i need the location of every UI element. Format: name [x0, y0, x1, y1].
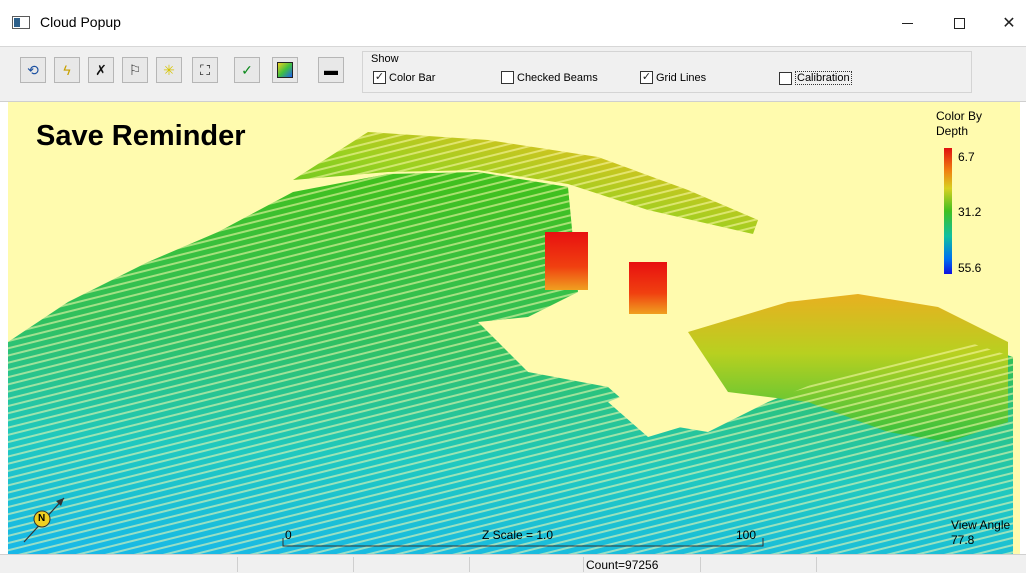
shallow-object-2: [629, 262, 667, 314]
shallow-object-1: [545, 232, 588, 290]
view-angle-value: 77.8: [951, 533, 975, 547]
close-icon: ✕: [1002, 15, 1016, 32]
checkbox-label: Calibration: [795, 71, 852, 85]
save-reminder-label: Save Reminder: [36, 120, 246, 152]
color-bar: [944, 148, 952, 274]
status-divider: [700, 557, 701, 572]
sparkle-icon: ✳: [163, 61, 175, 78]
status-divider: [816, 557, 817, 572]
show-group-label: Show: [371, 53, 399, 65]
color-gradient-icon: [277, 62, 293, 78]
checkmark-icon: ✓: [374, 71, 385, 83]
status-divider: [353, 557, 354, 572]
z-scale-label: Z Scale = 1.0: [482, 528, 554, 542]
lightning-button[interactable]: ϟ: [54, 57, 80, 83]
checked-beams-checkbox[interactable]: Checked Beams: [501, 71, 598, 84]
undo-view-icon: ⟲: [27, 61, 39, 78]
status-divider: [237, 557, 238, 572]
flag-button[interactable]: ⚐: [122, 57, 148, 83]
minimize-icon: [901, 22, 913, 24]
highlight-button[interactable]: ✳: [156, 57, 182, 83]
show-group: Show ✓ Color Bar Checked Beams ✓ Grid Li…: [362, 51, 972, 93]
checkbox-box: ✓: [373, 71, 386, 84]
close-button[interactable]: ✕: [986, 6, 1026, 40]
status-divider: [469, 557, 470, 572]
toolbar: ⟲ ϟ ✗ ⚐ ✳ ⛶ ✓ ▬ Show ✓ Color Bar Checked Beams …: [0, 46, 1026, 102]
check-icon: ✓: [241, 61, 253, 78]
undo-view-button[interactable]: ⟲: [20, 57, 46, 83]
status-bar: Count=97256: [0, 554, 1026, 573]
point-count: Count=97256: [586, 558, 659, 572]
point-cloud-viewport[interactable]: Save Reminder Color By Depth 6.7 31.2 55…: [8, 102, 1020, 554]
legend-title: Color By Depth: [936, 109, 996, 139]
legend-value-mid: 31.2: [958, 205, 982, 219]
legend-value-bottom: 55.6: [958, 261, 982, 275]
checkbox-label: Grid Lines: [656, 71, 707, 84]
view-angle-label: View Angle: [951, 518, 1011, 532]
legend-title-line1: Color By: [936, 109, 983, 123]
color-mode-button[interactable]: [272, 57, 298, 83]
hide-panel-button[interactable]: ▬: [318, 57, 344, 83]
checkmark-icon: ✓: [641, 71, 652, 83]
lightning-icon: ϟ: [63, 62, 71, 78]
app-icon: [12, 16, 30, 29]
title-bar: Cloud Popup ✕: [0, 0, 1026, 46]
point-cloud-render: [8, 132, 1013, 554]
view-angle: View Angle 77.8: [951, 518, 1010, 548]
status-divider: [583, 557, 584, 572]
maximize-icon: [953, 17, 965, 29]
north-label: N: [38, 513, 46, 524]
calibration-checkbox[interactable]: Calibration: [779, 71, 852, 85]
minus-box-icon: ▬: [324, 62, 338, 78]
legend-value-top: 6.7: [958, 150, 975, 164]
minimize-button[interactable]: [884, 6, 930, 40]
grid-lines-checkbox[interactable]: ✓ Grid Lines: [640, 71, 706, 84]
checkbox-box: [779, 71, 792, 85]
scale-end-label: 100: [736, 528, 757, 542]
color-bar-checkbox[interactable]: ✓ Color Bar: [373, 71, 435, 84]
fit-view-button[interactable]: ⛶: [192, 57, 218, 83]
delete-points-button[interactable]: ✗: [88, 57, 114, 83]
checkbox-label: Checked Beams: [517, 71, 598, 84]
checkbox-box: ✓: [640, 71, 653, 84]
scale-start-label: 0: [285, 528, 292, 542]
fit-view-icon: ⛶: [200, 61, 210, 78]
flag-icon: ⚐: [128, 61, 142, 78]
maximize-button[interactable]: [936, 6, 982, 40]
checkbox-box: [501, 71, 514, 84]
x-icon: ✗: [95, 61, 107, 78]
checkbox-label: Color Bar: [389, 71, 436, 84]
accept-button[interactable]: ✓: [234, 57, 260, 83]
window-title: Cloud Popup: [40, 14, 121, 30]
legend-title-line2: Depth: [936, 124, 969, 138]
